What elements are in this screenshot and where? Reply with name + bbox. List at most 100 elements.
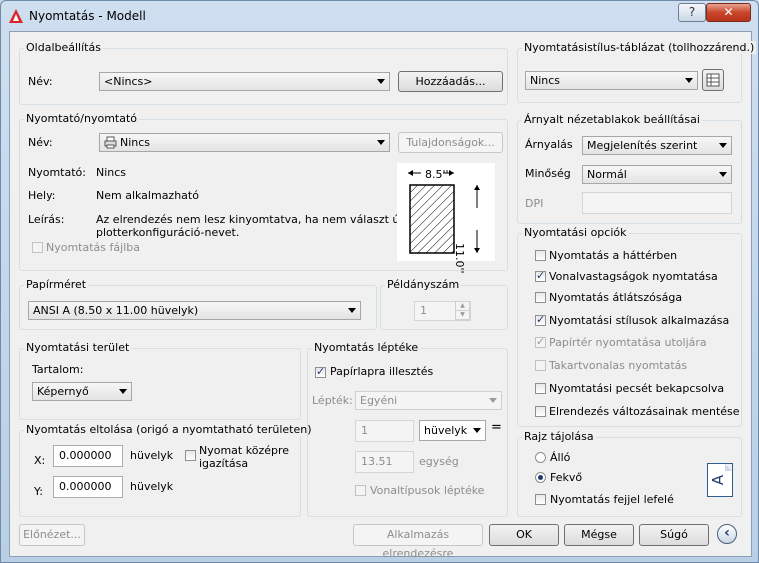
option-background-checkbox[interactable]	[535, 250, 546, 261]
edit-plot-style-button[interactable]	[702, 69, 724, 91]
offset-x-input[interactable]: 0.000000	[53, 445, 123, 467]
option-transparency-checkbox[interactable]	[535, 292, 546, 303]
description-line-1: Az elrendezés nem lesz kinyomtatva, ha n…	[96, 213, 403, 226]
page-setup-name-dropdown[interactable]: <Nincs>	[99, 72, 390, 91]
center-plot-label-2: igazítása	[199, 457, 249, 470]
equals-sign: =	[491, 420, 502, 435]
option-hide-objects-checkbox[interactable]	[535, 360, 546, 371]
landscape-radio[interactable]	[535, 472, 546, 483]
close-button[interactable]: ✕	[706, 3, 751, 22]
print-to-file-checkbox[interactable]	[32, 242, 43, 253]
scale-value: Egyéni	[360, 394, 398, 407]
plot-scale-title: Nyomtatás léptéke	[312, 341, 421, 354]
scale-lineweights-checkbox[interactable]	[355, 485, 366, 496]
plot-style-value: Nincs	[530, 74, 561, 87]
shaded-viewport-title: Árnyalt nézetablakok beállításai	[522, 113, 702, 126]
center-plot-label-1: Nyomat középre	[199, 444, 290, 457]
chevron-down-icon	[377, 140, 385, 145]
chevron-down-icon	[685, 78, 693, 83]
spin-down-icon[interactable]: ▼	[456, 311, 469, 320]
option-save-changes-checkbox[interactable]	[535, 406, 546, 417]
title-bar[interactable]: Nyomtatás - Modell ? ✕	[1, 1, 758, 31]
cancel-button[interactable]: Mégse	[564, 524, 634, 546]
option-plot-stamp-checkbox[interactable]	[535, 383, 546, 394]
page-setup-name-value: <Nincs>	[104, 75, 153, 88]
autocad-app-icon	[9, 9, 23, 23]
scale-value-1-input[interactable]: 1	[355, 420, 414, 442]
orientation-group: Rajz tájolása Álló Fekvő Nyomtatás fejje…	[517, 430, 742, 517]
paper-size-value: ANSI A (8.50 x 11.00 hüvelyk)	[33, 304, 199, 317]
option-lineweights-checkbox[interactable]	[535, 269, 546, 282]
printer-title: Nyomtató/nyomtató	[24, 112, 140, 125]
printer-group: Nyomtató/nyomtató Név: Nincs Tulajdonság…	[19, 112, 508, 274]
scale-value-2-input[interactable]: 13.51	[355, 451, 414, 473]
plot-area-content-label: Tartalom:	[32, 363, 84, 376]
center-plot-checkbox[interactable]	[185, 450, 196, 461]
fit-to-paper-label: Papírlapra illesztés	[330, 365, 434, 378]
offset-y-input[interactable]: 0.000000	[53, 476, 123, 498]
edit-table-icon	[706, 73, 720, 87]
plot-style-dropdown[interactable]: Nincs	[525, 71, 698, 90]
option-lineweights-label: Vonalvastagságok nyomtatása	[549, 270, 718, 283]
preview-button[interactable]: Előnézet...	[19, 524, 85, 546]
location-value: Nem alkalmazható	[96, 189, 199, 202]
dpi-label: DPI	[525, 197, 544, 210]
help-title-button[interactable]: ?	[678, 3, 706, 22]
option-plot-stamp-label: Nyomtatási pecsét bekapcsolva	[549, 382, 725, 395]
dpi-input[interactable]	[582, 192, 732, 214]
upside-down-label: Nyomtatás fejjel lefelé	[550, 493, 674, 506]
plot-offset-title: Nyomtatás eltolása (origó a nyomtatható …	[24, 423, 314, 436]
plot-scale-group: Nyomtatás léptéke Papírlapra illesztés L…	[307, 341, 508, 517]
paper-size-group: Papírméret ANSI A (8.50 x 11.00 hüvelyk)	[19, 278, 377, 330]
quality-label: Minőség	[525, 167, 571, 180]
offset-x-label: X:	[34, 454, 46, 467]
chevron-down-icon	[719, 172, 727, 177]
plot-style-table-title: Nyomtatásistílus-táblázat (tollhozzárend…	[522, 41, 757, 54]
offset-y-label: Y:	[34, 485, 43, 498]
plot-area-value: Képernyő	[37, 385, 89, 398]
spin-up-icon[interactable]: ▲	[456, 302, 469, 311]
quality-dropdown[interactable]: Normál	[582, 165, 732, 184]
option-plot-styles-checkbox[interactable]	[535, 313, 546, 326]
apply-to-layout-button[interactable]: Alkalmazás elrendezésre	[353, 524, 483, 560]
scale-dropdown[interactable]: Egyéni	[355, 391, 502, 410]
printer-properties-button[interactable]: Tulajdonságok...	[398, 132, 503, 153]
plot-area-dropdown[interactable]: Képernyő	[32, 382, 132, 401]
printer-label: Nyomtató:	[28, 166, 86, 179]
shade-label: Árnyalás	[525, 138, 573, 151]
printer-name-value: Nincs	[120, 136, 151, 149]
ok-button[interactable]: OK	[489, 524, 559, 546]
printer-name-label: Név:	[28, 136, 53, 149]
upside-down-checkbox[interactable]	[535, 494, 546, 505]
dialog-body: Oldalbeállítás Név: <Nincs> Hozzáadás...…	[9, 31, 757, 560]
portrait-radio[interactable]	[535, 452, 546, 463]
scale-unit-dropdown[interactable]: hüvelyk	[419, 420, 486, 441]
collapse-options-button[interactable]: ‹	[717, 524, 737, 544]
chevron-down-icon	[473, 428, 481, 433]
paper-size-dropdown[interactable]: ANSI A (8.50 x 11.00 hüvelyk)	[28, 301, 361, 320]
scale-lineweights-label: Vonaltípusok léptéke	[370, 484, 485, 497]
chevron-down-icon	[719, 143, 727, 148]
help-button[interactable]: Súgó	[639, 524, 709, 546]
printer-icon	[104, 136, 117, 149]
window-title: Nyomtatás - Modell	[29, 9, 146, 23]
plot-options-title: Nyomtatási opciók	[522, 226, 629, 239]
print-dialog-window: Nyomtatás - Modell ? ✕ Oldalbeállítás Né…	[0, 0, 759, 563]
shade-dropdown[interactable]: Megjelenítés szerint	[582, 136, 732, 155]
description-line-2: plotterkonfiguráció-nevet.	[96, 226, 240, 239]
orientation-preview-icon: A	[707, 463, 733, 497]
add-page-setup-button[interactable]: Hozzáadás...	[398, 71, 503, 92]
scale-unit-2-label: egység	[419, 455, 459, 468]
shaded-viewport-group: Árnyalt nézetablakok beállításai Árnyalá…	[517, 113, 742, 224]
plot-offset-group: Nyomtatás eltolása (origó a nyomtatható …	[19, 423, 314, 517]
plot-style-table-group: Nyomtatásistílus-táblázat (tollhozzárend…	[517, 41, 757, 103]
option-paperspace-last-checkbox[interactable]	[535, 335, 546, 348]
printer-name-dropdown[interactable]: Nincs	[99, 133, 390, 152]
plot-area-group: Nyomtatási terület Tartalom: Képernyő	[19, 341, 301, 420]
scale-label: Lépték:	[312, 394, 353, 407]
option-transparency-label: Nyomtatás átlátszósága	[549, 291, 683, 304]
page-setup-name-label: Név:	[28, 75, 53, 88]
scale-unit-value: hüvelyk	[424, 424, 468, 437]
fit-to-paper-checkbox[interactable]	[315, 365, 326, 378]
copies-spinner[interactable]: ▲ ▼	[455, 301, 470, 321]
